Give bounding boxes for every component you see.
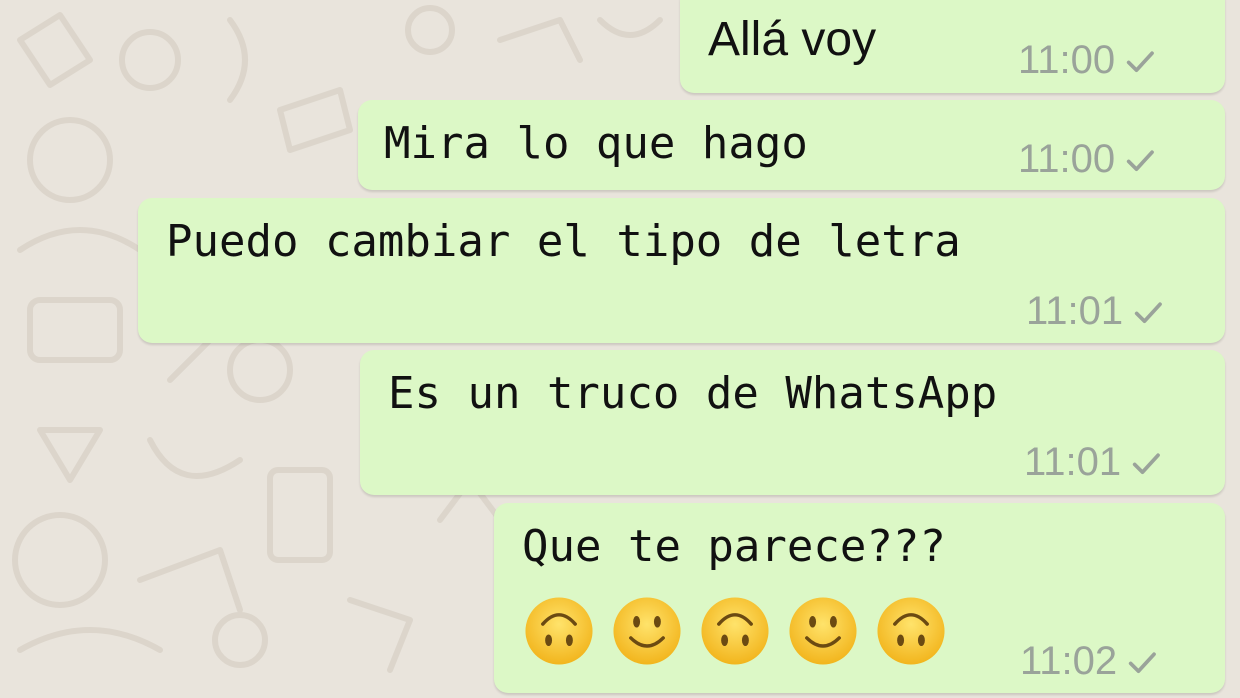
message-time: 11:01 xyxy=(1024,440,1122,484)
message-meta: 11:01 xyxy=(1026,289,1165,334)
message-time: 11:01 xyxy=(1026,289,1124,333)
message-meta: 11:02 xyxy=(1020,639,1159,684)
message-time: 11:00 xyxy=(1018,38,1116,82)
message-time: 11:00 xyxy=(1018,137,1116,181)
sent-check-icon xyxy=(1128,651,1157,673)
message-text: Puedo cambiar el tipo de letra xyxy=(166,216,961,267)
message-bubble[interactable]: Es un truco de WhatsApp 11:01 xyxy=(360,350,1225,495)
emoji-row xyxy=(522,594,948,668)
message-bubble[interactable]: Allá voy 11:00 xyxy=(680,0,1225,93)
upside-down-face-icon xyxy=(877,597,945,665)
slightly-smiling-face-icon xyxy=(613,597,681,665)
message-text: Allá voy xyxy=(708,13,877,66)
slightly-smiling-face-icon xyxy=(789,597,857,665)
message-bubble[interactable]: Puedo cambiar el tipo de letra 11:01 xyxy=(138,198,1225,343)
sent-check-icon xyxy=(1126,50,1155,72)
sent-check-icon xyxy=(1134,301,1163,323)
upside-down-face-icon xyxy=(525,597,593,665)
message-text: Mira lo que hago xyxy=(384,118,808,169)
message-bubble[interactable]: Mira lo que hago 11:00 xyxy=(358,100,1225,190)
upside-down-face-icon xyxy=(701,597,769,665)
message-meta: 11:01 xyxy=(1024,440,1163,485)
message-meta: 11:00 xyxy=(1018,38,1157,83)
message-time: 11:02 xyxy=(1020,639,1118,683)
message-text: Que te parece??? xyxy=(522,521,946,572)
message-meta: 11:00 xyxy=(1018,137,1157,182)
sent-check-icon xyxy=(1132,452,1161,474)
sent-check-icon xyxy=(1126,149,1155,171)
message-bubble[interactable]: Que te parece??? 11:02 xyxy=(494,503,1225,693)
message-text: Es un truco de WhatsApp xyxy=(388,368,998,419)
